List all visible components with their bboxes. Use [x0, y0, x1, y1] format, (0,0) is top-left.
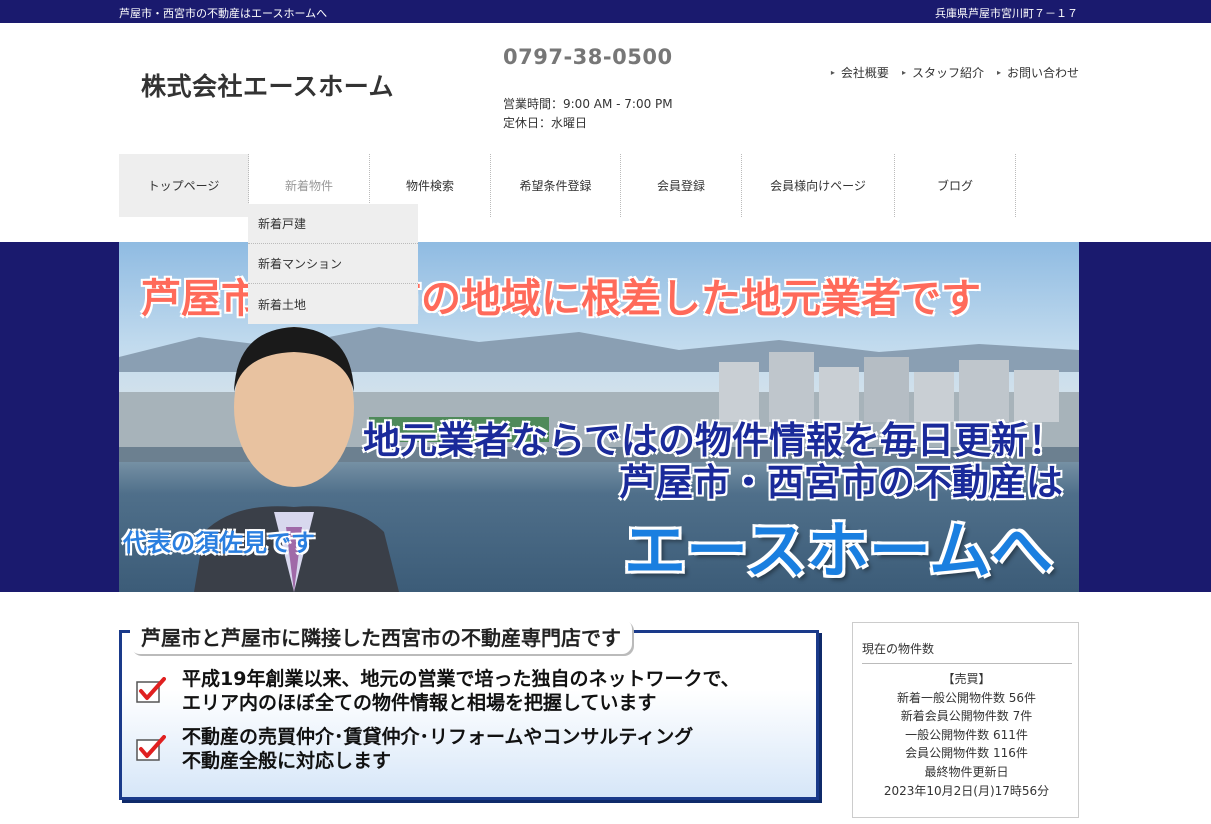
company-address: 兵庫県芦屋市宮川町７－１７: [935, 7, 1078, 20]
count-row: 最終物件更新日: [924, 764, 1009, 779]
link-label: お問い合わせ: [1006, 66, 1079, 80]
nav-member-registration[interactable]: 会員登録: [621, 154, 742, 217]
nav-preference-registration[interactable]: 希望条件登録: [491, 154, 621, 217]
feature-item-line: 平成19年創業以来、地元の営業で培った独自のネットワークで、: [182, 668, 740, 690]
property-count-body: 【売買】 新着一般公開物件数 56件 新着会員公開物件数 7件 一般公開物件数 …: [853, 670, 1080, 800]
new-listings-dropdown: 新着戸建 新着マンション 新着土地: [248, 204, 418, 324]
hero-brand: エースホームへ: [623, 514, 1053, 587]
chevron-right-icon: ▸: [830, 68, 835, 77]
top-bar: 芦屋市・西宮市の不動産はエースホームへ 兵庫県芦屋市宮川町７－１７: [0, 0, 1211, 23]
feature-item-line: 不動産の売買仲介･賃貸仲介･リフォームやコンサルティング: [182, 726, 694, 748]
count-row: 2023年10月2日(月)17時56分: [883, 783, 1050, 798]
count-row: 一般公開物件数 611件: [905, 727, 1028, 742]
holiday-info: 定休日：水曜日: [503, 116, 588, 130]
business-hours: 営業時間：9:00 AM - 7:00 PM: [503, 97, 673, 111]
phone-number: 0797-38-0500: [503, 45, 673, 69]
feature-box: 芦屋市と芦屋市に隣接した西宮市の不動産専門店です 平成19年創業以来、地元の営業…: [119, 619, 819, 800]
chevron-right-icon: ▸: [996, 68, 1001, 77]
count-row: 会員公開物件数 116件: [905, 746, 1028, 761]
link-label: スタッフ紹介: [911, 66, 984, 80]
link-label: 会社概要: [840, 66, 889, 80]
dropdown-new-mansions[interactable]: 新着マンション: [248, 244, 418, 284]
property-count-box: 現在の物件数 【売買】 新着一般公開物件数 56件 新着会員公開物件数 7件 一…: [852, 622, 1079, 818]
feature-item: 不動産の売買仲介･賃貸仲介･リフォームやコンサルティング 不動産全般に対応します: [136, 725, 693, 773]
dropdown-new-houses[interactable]: 新着戸建: [248, 204, 418, 244]
feature-title-tab: 芦屋市と芦屋市に隣接した西宮市の不動産専門店です: [130, 619, 632, 654]
feature-title: 芦屋市と芦屋市に隣接した西宮市の不動産専門店です: [141, 626, 621, 650]
link-staff[interactable]: ▸ スタッフ紹介: [902, 64, 984, 81]
link-company-profile[interactable]: ▸ 会社概要: [831, 64, 889, 81]
site-tagline: 芦屋市・西宮市の不動産はエースホームへ: [119, 7, 328, 20]
chevron-right-icon: ▸: [901, 68, 906, 77]
count-row: 新着一般公開物件数 56件: [896, 690, 1037, 705]
hero-representative: 代表の須佐見です: [123, 529, 315, 557]
hero-line-3: 芦屋市・西宮市の不動産は: [619, 461, 1063, 504]
checkmark-icon: [136, 735, 166, 761]
nav-blog[interactable]: ブログ: [895, 154, 1016, 217]
feature-item: 平成19年創業以来、地元の営業で培った独自のネットワークで、 エリア内のほぼ全て…: [136, 667, 740, 715]
dropdown-new-land[interactable]: 新着土地: [248, 284, 418, 324]
company-logo[interactable]: 株式会社エースホーム: [141, 67, 394, 103]
count-row: 新着会員公開物件数 7件: [900, 709, 1033, 724]
section-label: 【売買】: [942, 672, 991, 686]
feature-item-line: 不動産全般に対応します: [182, 750, 392, 772]
nav-members-page[interactable]: 会員様向けページ: [742, 154, 895, 217]
header-links: ▸ 会社概要 ▸ スタッフ紹介 ▸ お問い合わせ: [831, 64, 1079, 81]
nav-top-page[interactable]: トップページ: [119, 154, 249, 217]
feature-item-line: エリア内のほぼ全ての物件情報と相場を把握しています: [182, 692, 657, 714]
checkmark-icon: [136, 677, 166, 703]
divider: [862, 663, 1072, 664]
property-count-heading: 現在の物件数: [862, 642, 935, 656]
link-contact[interactable]: ▸ お問い合わせ: [997, 64, 1079, 81]
